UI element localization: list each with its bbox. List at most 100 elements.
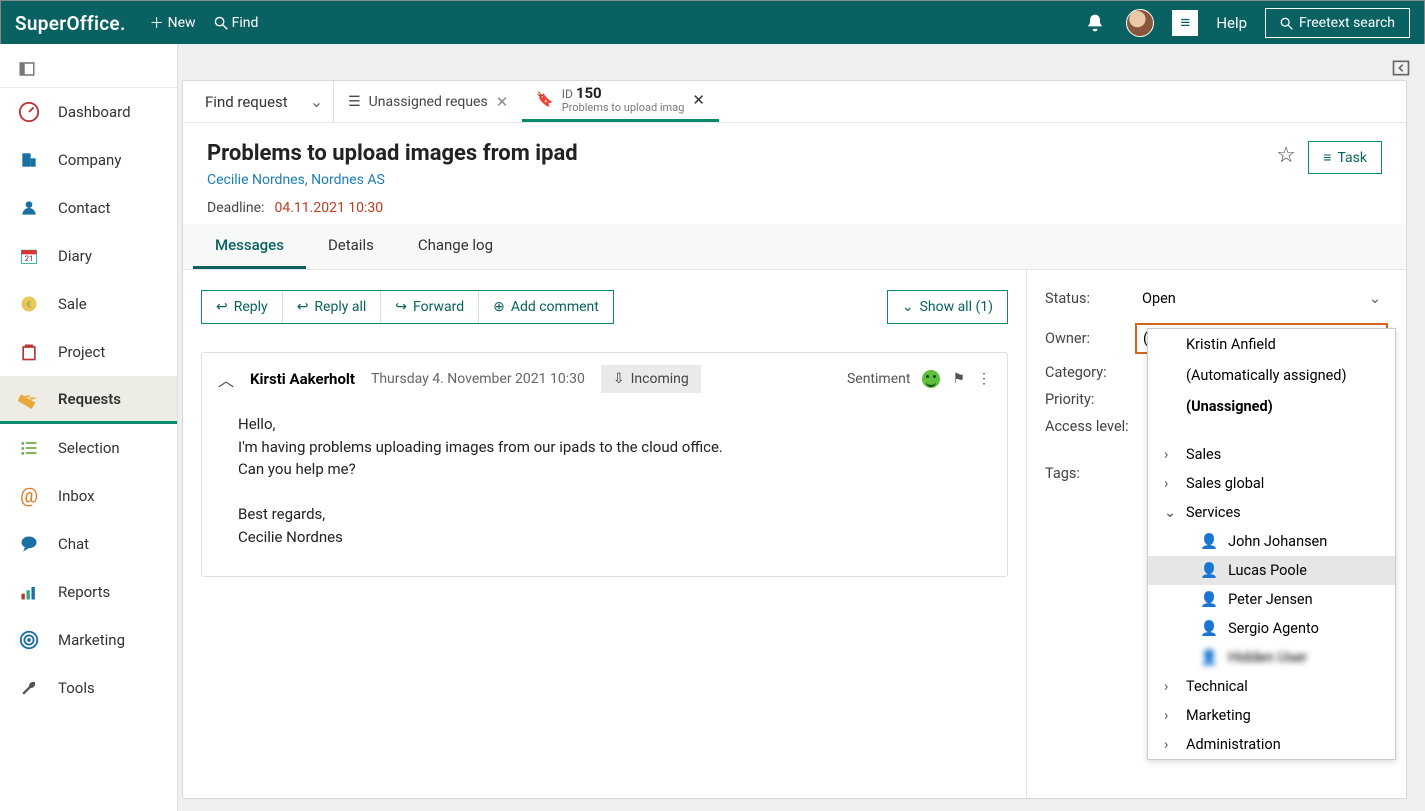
topbar-left: SuperOffice ＋New Find (15, 12, 258, 35)
owner-option-unassigned[interactable]: (Unassigned) (1148, 391, 1395, 422)
show-all-button[interactable]: ⌄ Show all (1) (887, 290, 1008, 324)
access-label: Access level: (1045, 418, 1155, 435)
chevron-down-icon[interactable]: ⌄ (300, 92, 333, 111)
user-avatar[interactable] (1126, 9, 1154, 37)
more-icon[interactable]: ⋮ (977, 371, 991, 387)
owner-user[interactable]: 👤Sergio Agento (1148, 614, 1395, 643)
list-icon: ☰ (348, 94, 361, 110)
subtab-changelog[interactable]: Change log (396, 224, 515, 269)
message-actions: ↩ Reply ↩ Reply all ↪ Forward ⊕ Add comm… (201, 290, 1008, 324)
message-item: ︿ Kirsti Aakerholt Thursday 4. November … (201, 352, 1008, 577)
nav-collapse-icon[interactable] (0, 50, 177, 88)
tab-subtitle: Problems to upload imag (562, 101, 685, 114)
freetext-search[interactable]: Freetext search (1265, 8, 1410, 38)
owner-group-administration[interactable]: ›Administration (1148, 730, 1395, 759)
forward-button[interactable]: ↪ Forward (381, 291, 479, 323)
svg-text:@: @ (20, 485, 38, 507)
nav-dashboard[interactable]: Dashboard (0, 88, 177, 136)
add-comment-button[interactable]: ⊕ Add comment (479, 291, 613, 323)
logo: SuperOffice (15, 12, 126, 35)
task-button[interactable]: ≡Task (1308, 141, 1382, 174)
nav-contact[interactable]: Contact (0, 184, 177, 232)
owner-user[interactable]: 👤Lucas Poole (1148, 556, 1395, 585)
nav-requests[interactable]: Requests (0, 376, 177, 424)
close-icon[interactable]: ✕ (496, 93, 509, 111)
nav-marketing[interactable]: Marketing (0, 616, 177, 664)
collapse-panel-icon[interactable] (1391, 58, 1411, 78)
deadline-value: 04.11.2021 10:30 (274, 200, 383, 216)
nav-selection[interactable]: Selection (0, 424, 177, 472)
request-contact-link[interactable]: Cecilie Nordnes, Nordnes AS (207, 172, 1382, 188)
subtab-details[interactable]: Details (306, 224, 396, 269)
owner-group-marketing[interactable]: ›Marketing (1148, 701, 1395, 730)
request-title: Problems to upload images from ipad (207, 141, 1382, 166)
notifications-icon[interactable] (1082, 10, 1108, 36)
group-label: Technical (1186, 678, 1248, 695)
message-meta: Sentiment ⚑ ⋮ (847, 370, 991, 388)
owner-user[interactable]: 👤 John Johansen (1148, 527, 1395, 556)
favorite-star-icon[interactable]: ☆ (1276, 143, 1296, 168)
tab-label: Unassigned reques (369, 94, 488, 110)
help-link[interactable]: Help (1216, 14, 1247, 32)
dashboard-icon (18, 101, 40, 123)
reply-button[interactable]: ↩ Reply (202, 291, 283, 323)
status-label: Status: (1045, 290, 1135, 307)
company-icon (18, 149, 40, 171)
user-icon: 👤 (1200, 649, 1218, 666)
find-button[interactable]: Find (214, 13, 259, 33)
find-label: Find (232, 15, 259, 31)
nav-sale[interactable]: €Sale (0, 280, 177, 328)
owner-user[interactable]: 👤Hidden User (1148, 643, 1395, 672)
nav-diary[interactable]: 21Diary (0, 232, 177, 280)
nav-label: Contact (58, 199, 110, 217)
collapse-message-icon[interactable]: ︿ (218, 367, 234, 391)
status-select[interactable]: Open⌄ (1135, 284, 1388, 313)
top-actions: ＋New Find (150, 13, 259, 33)
nav-tools[interactable]: Tools (0, 664, 177, 712)
nav-project[interactable]: Project (0, 328, 177, 376)
subtab-messages[interactable]: Messages (193, 224, 306, 269)
owner-option[interactable]: (Automatically assigned) (1148, 360, 1395, 391)
nav-label: Requests (58, 390, 121, 408)
nav-inbox[interactable]: @Inbox (0, 472, 177, 520)
selection-icon (18, 437, 40, 459)
search-icon (214, 16, 228, 30)
nav-label: Reports (58, 583, 110, 601)
search-icon (1280, 17, 1293, 30)
nav-reports[interactable]: Reports (0, 568, 177, 616)
close-icon[interactable]: ✕ (692, 91, 705, 109)
find-request-tab[interactable]: Find request (193, 93, 300, 111)
task-label: Task (1337, 150, 1367, 166)
owner-option[interactable]: Kristin Anfield (1148, 329, 1395, 360)
nav-chat[interactable]: Chat (0, 520, 177, 568)
nav-label: Dashboard (58, 103, 131, 121)
owner-group-technical[interactable]: › Technical (1148, 672, 1395, 701)
requests-icon (18, 388, 40, 410)
chevron-right-icon: › (1164, 475, 1176, 492)
direction-label: Incoming (631, 371, 689, 387)
user-label: John Johansen (1228, 533, 1327, 550)
reply-all-button[interactable]: ↩ Reply all (283, 291, 382, 323)
status-value: Open (1142, 290, 1176, 307)
chevron-right-icon: › (1164, 678, 1176, 695)
nav-label: Company (58, 151, 121, 169)
owner-group-services[interactable]: ⌄Services (1148, 498, 1395, 527)
owner-group-sales[interactable]: ›Sales (1148, 440, 1395, 469)
group-label: Sales (1186, 446, 1221, 463)
tab-request-150[interactable]: 🔖 ID 150 Problems to upload imag ✕ (522, 81, 719, 122)
owner-user[interactable]: 👤Peter Jensen (1148, 585, 1395, 614)
nav-company[interactable]: Company (0, 136, 177, 184)
owner-group-sales-global[interactable]: ›Sales global (1148, 469, 1395, 498)
user-icon: 👤 (1200, 533, 1218, 550)
chevron-down-icon: ⌄ (1164, 504, 1176, 521)
new-button[interactable]: ＋New (150, 13, 196, 33)
reply-group: ↩ Reply ↩ Reply all ↪ Forward ⊕ Add comm… (201, 290, 614, 324)
tab-unassigned[interactable]: ☰ Unassigned reques ✕ (334, 81, 522, 122)
left-nav: Dashboard Company Contact 21Diary €Sale … (0, 44, 178, 811)
tools-icon (18, 677, 40, 699)
chevron-right-icon: › (1164, 707, 1176, 724)
top-bar: SuperOffice ＋New Find ≡ Help Freetext se… (1, 1, 1424, 45)
flag-icon[interactable]: ⚑ (952, 371, 965, 387)
nav-label: Tools (58, 679, 95, 697)
main-menu-icon[interactable]: ≡ (1172, 10, 1198, 36)
